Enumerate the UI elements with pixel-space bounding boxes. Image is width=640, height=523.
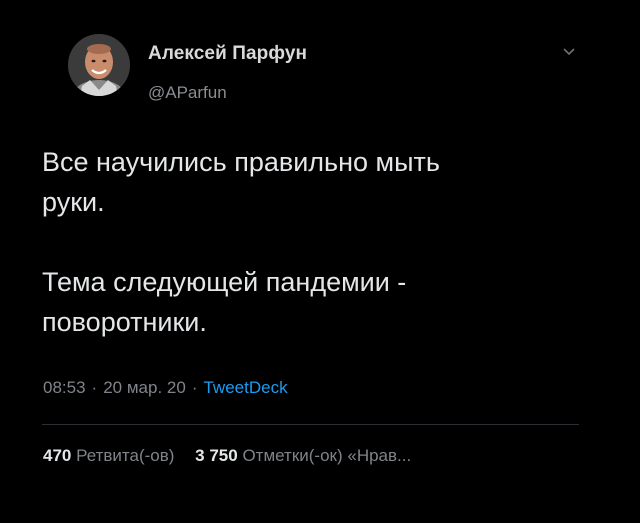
tweet-time[interactable]: 08:53 xyxy=(43,378,86,397)
likes-stat[interactable]: 3 750 Отметки(-ок) «Нрав... xyxy=(195,446,411,465)
retweets-label: Ретвита(-ов) xyxy=(76,446,175,465)
avatar[interactable] xyxy=(68,34,130,96)
user-avatar-photo-icon xyxy=(68,34,130,96)
tweet-meta: 08:53 · 20 мар. 20 · TweetDeck xyxy=(43,378,288,398)
tweet-card: Алексей Парфун @AParfun Все научились пр… xyxy=(0,0,640,523)
author-name[interactable]: Алексей Парфун xyxy=(148,43,307,65)
divider xyxy=(42,424,579,425)
retweets-count: 470 xyxy=(43,446,72,465)
likes-label: Отметки(-ок) «Нрав... xyxy=(242,446,412,465)
chevron-down-icon[interactable] xyxy=(561,44,577,60)
tweet-stats: 470 Ретвита(-ов) 3 750 Отметки(-ок) «Нра… xyxy=(43,446,427,466)
retweets-stat[interactable]: 470 Ретвита(-ов) xyxy=(43,446,179,465)
tweet-date[interactable]: 20 мар. 20 xyxy=(103,378,186,397)
tweet-source-link[interactable]: TweetDeck xyxy=(203,378,287,397)
tweet-text: Все научились правильно мыть руки. Тема … xyxy=(42,147,440,337)
author-handle[interactable]: @AParfun xyxy=(148,83,227,103)
likes-count: 3 750 xyxy=(195,446,238,465)
meta-separator: · xyxy=(191,378,198,397)
meta-separator: · xyxy=(91,378,98,397)
